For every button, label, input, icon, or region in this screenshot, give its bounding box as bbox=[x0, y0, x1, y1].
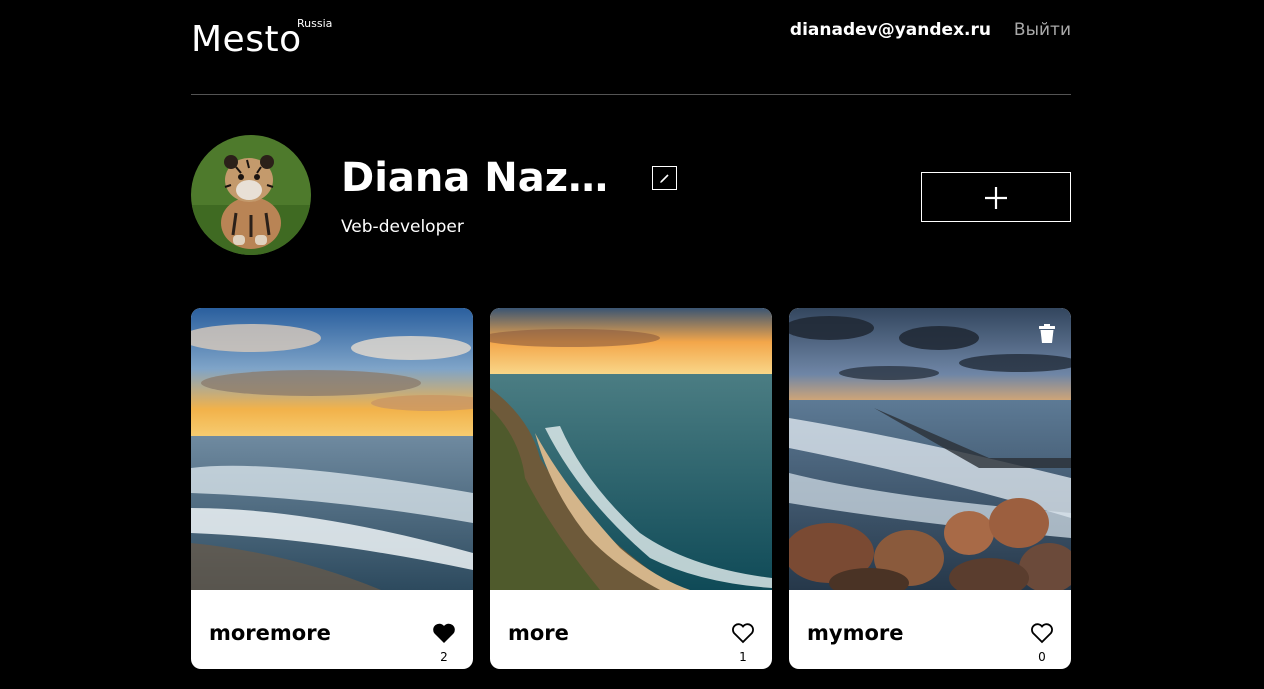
like-button[interactable] bbox=[432, 622, 456, 644]
profile-name: Diana Nazar... bbox=[341, 155, 631, 201]
card: mymore 0 bbox=[789, 308, 1071, 669]
heart-filled-icon bbox=[433, 623, 455, 643]
card-title: more bbox=[508, 621, 569, 645]
profile-about: Veb-developer bbox=[341, 217, 464, 237]
user-email: dianadev@yandex.ru bbox=[789, 20, 991, 40]
card-title: moremore bbox=[209, 621, 331, 645]
card-image[interactable] bbox=[789, 308, 1071, 590]
heart-outline-icon bbox=[1031, 623, 1053, 644]
pencil-icon bbox=[660, 174, 669, 183]
card-title: mymore bbox=[807, 621, 904, 645]
delete-card-button[interactable] bbox=[1036, 323, 1058, 345]
logo-region: Russia bbox=[297, 17, 333, 30]
page: Mesto Russia dianadev@yandex.ru Выйти Di… bbox=[0, 0, 1264, 689]
like-button[interactable] bbox=[731, 622, 755, 644]
avatar-image bbox=[191, 135, 311, 255]
like-count: 2 bbox=[440, 650, 448, 664]
card-image[interactable] bbox=[490, 308, 772, 590]
card: more 1 bbox=[490, 308, 772, 669]
header: Mesto Russia dianadev@yandex.ru Выйти bbox=[191, 0, 1071, 95]
edit-profile-button[interactable] bbox=[652, 166, 677, 190]
avatar[interactable] bbox=[191, 135, 311, 255]
add-card-button[interactable] bbox=[921, 172, 1071, 222]
plus-icon bbox=[985, 187, 1007, 209]
card: moremore 2 bbox=[191, 308, 473, 669]
like-button[interactable] bbox=[1030, 622, 1054, 644]
like-count: 1 bbox=[739, 650, 747, 664]
logout-link[interactable]: Выйти bbox=[1014, 20, 1071, 40]
heart-outline-icon bbox=[732, 623, 754, 644]
card-image[interactable] bbox=[191, 308, 473, 590]
cards-grid: moremore 2 more 1 mymore 0 bbox=[191, 308, 1071, 669]
trash-icon bbox=[1039, 324, 1055, 343]
like-count: 0 bbox=[1038, 650, 1046, 664]
logo[interactable]: Mesto bbox=[191, 18, 302, 62]
